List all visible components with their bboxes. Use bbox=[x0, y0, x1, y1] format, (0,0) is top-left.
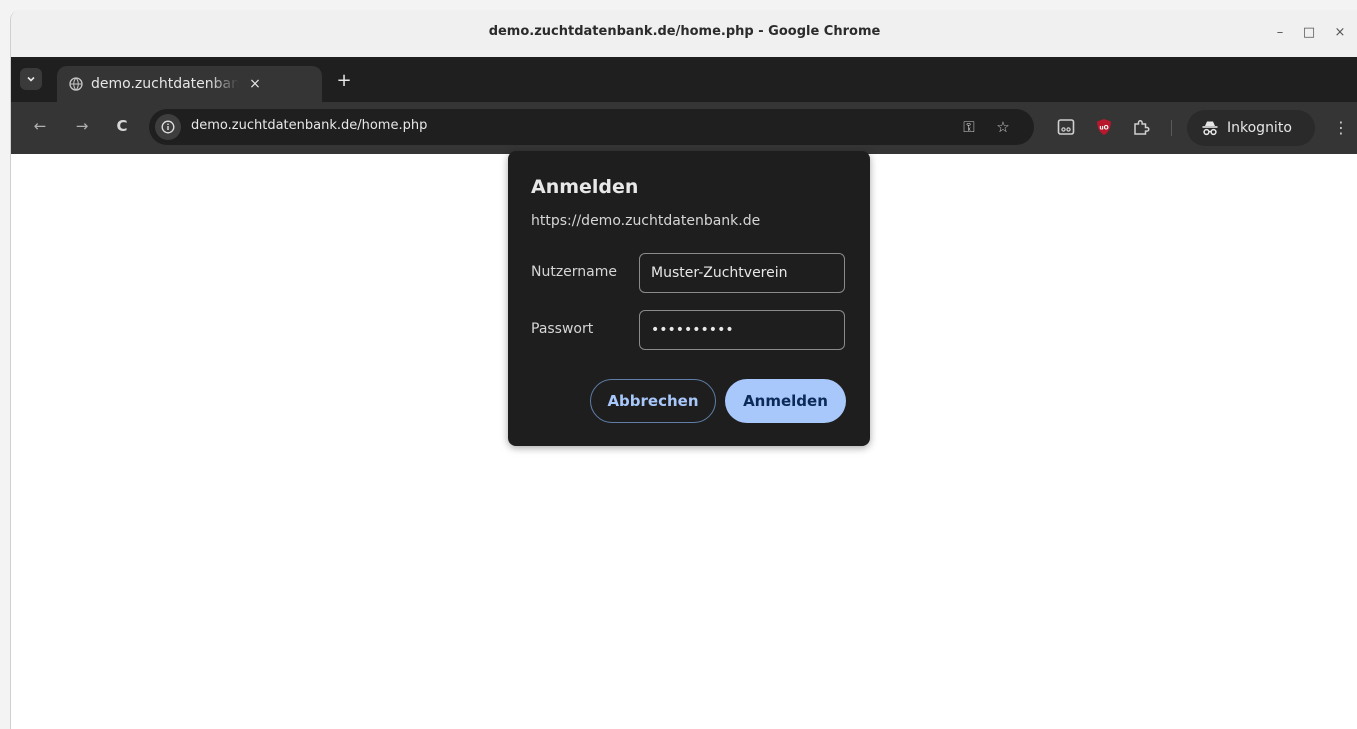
dialog-title: Anmelden bbox=[531, 176, 639, 198]
tab-active[interactable]: demo.zuchtdatenbank.de/home.php × bbox=[57, 66, 322, 102]
forward-icon[interactable]: → bbox=[71, 115, 93, 137]
puzzle-extensions-icon[interactable] bbox=[1131, 117, 1151, 137]
tab-title: demo.zuchtdatenbank.de/home.php bbox=[91, 76, 239, 92]
toolbar-separator bbox=[1171, 120, 1172, 136]
star-icon[interactable]: ☆ bbox=[993, 117, 1013, 137]
tab-strip: demo.zuchtdatenbank.de/home.php × + bbox=[11, 57, 1357, 102]
minimize-button[interactable]: – bbox=[1269, 22, 1291, 44]
chevron-down-icon bbox=[27, 76, 35, 82]
username-field[interactable] bbox=[639, 253, 845, 293]
username-label: Nutzername bbox=[531, 264, 618, 280]
tab-search-button[interactable] bbox=[20, 68, 42, 90]
window-title: demo.zuchtdatenbank.de/home.php - Google… bbox=[488, 24, 881, 39]
login-button[interactable]: Anmelden bbox=[725, 379, 846, 423]
new-tab-button[interactable]: + bbox=[334, 70, 354, 91]
ublock-icon[interactable]: uO bbox=[1094, 117, 1114, 137]
tab-close-icon[interactable]: × bbox=[247, 76, 263, 92]
menu-icon[interactable]: ⋮ bbox=[1331, 116, 1351, 140]
site-info-button[interactable] bbox=[155, 114, 181, 140]
info-icon bbox=[161, 120, 175, 134]
password-field[interactable] bbox=[639, 310, 845, 350]
address-bar[interactable]: demo.zuchtdatenbank.de/home.php ⚿ ☆ bbox=[149, 109, 1034, 145]
back-icon[interactable]: ← bbox=[29, 115, 51, 137]
dialog-origin: https://demo.zuchtdatenbank.de bbox=[531, 213, 761, 229]
incognito-label: Inkognito bbox=[1227, 120, 1292, 136]
incognito-icon bbox=[1202, 121, 1218, 136]
close-window-button[interactable]: × bbox=[1329, 22, 1351, 44]
maximize-button[interactable]: □ bbox=[1298, 22, 1320, 44]
reload-icon[interactable]: C bbox=[111, 115, 133, 137]
title-bar: demo.zuchtdatenbank.de/home.php - Google… bbox=[11, 10, 1357, 58]
incognito-profile-button[interactable]: Inkognito bbox=[1187, 110, 1315, 146]
reader-extension-icon[interactable] bbox=[1056, 117, 1076, 137]
svg-text:uO: uO bbox=[1099, 125, 1108, 132]
cancel-button[interactable]: Abbrechen bbox=[590, 379, 716, 423]
key-icon[interactable]: ⚿ bbox=[959, 117, 979, 137]
login-dialog: Anmelden https://demo.zuchtdatenbank.de … bbox=[508, 151, 870, 446]
globe-icon bbox=[69, 77, 83, 91]
url-text: demo.zuchtdatenbank.de/home.php bbox=[191, 118, 428, 133]
password-label: Passwort bbox=[531, 321, 594, 337]
browser-toolbar: ← → C demo.zuchtdatenbank.de/home.php ⚿ … bbox=[11, 102, 1357, 154]
